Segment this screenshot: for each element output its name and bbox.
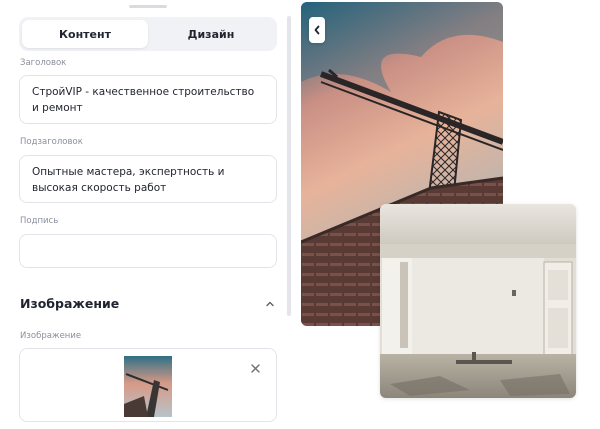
collapse-panel-button[interactable]: [309, 17, 325, 43]
chevron-up-icon[interactable]: [264, 298, 276, 310]
subtitle-field[interactable]: Опытные мастера, экспертность и высокая …: [19, 155, 277, 203]
image-thumbnail: [124, 356, 172, 417]
title-field[interactable]: СтройVIP - качественное строительство и …: [19, 75, 277, 124]
title-label: Заголовок: [20, 58, 67, 68]
caption-label: Подпись: [20, 216, 59, 226]
tab-content[interactable]: Контент: [22, 20, 148, 48]
panel-scrollbar[interactable]: [287, 16, 291, 316]
image-field-label: Изображение: [20, 331, 82, 341]
close-icon[interactable]: [250, 363, 261, 374]
caption-field[interactable]: [19, 234, 277, 268]
image-upload-box[interactable]: [19, 348, 277, 422]
subtitle-label: Подзаголовок: [20, 137, 83, 147]
drag-handle[interactable]: [129, 5, 167, 8]
tab-switcher: Контент Дизайн: [19, 17, 277, 51]
tab-design[interactable]: Дизайн: [148, 20, 274, 48]
settings-panel: Контент Дизайн Заголовок СтройVIP - каче…: [0, 0, 293, 429]
room-photo: [380, 204, 576, 398]
chevron-left-icon: [314, 25, 320, 35]
image-section-title: Изображение: [20, 296, 120, 311]
